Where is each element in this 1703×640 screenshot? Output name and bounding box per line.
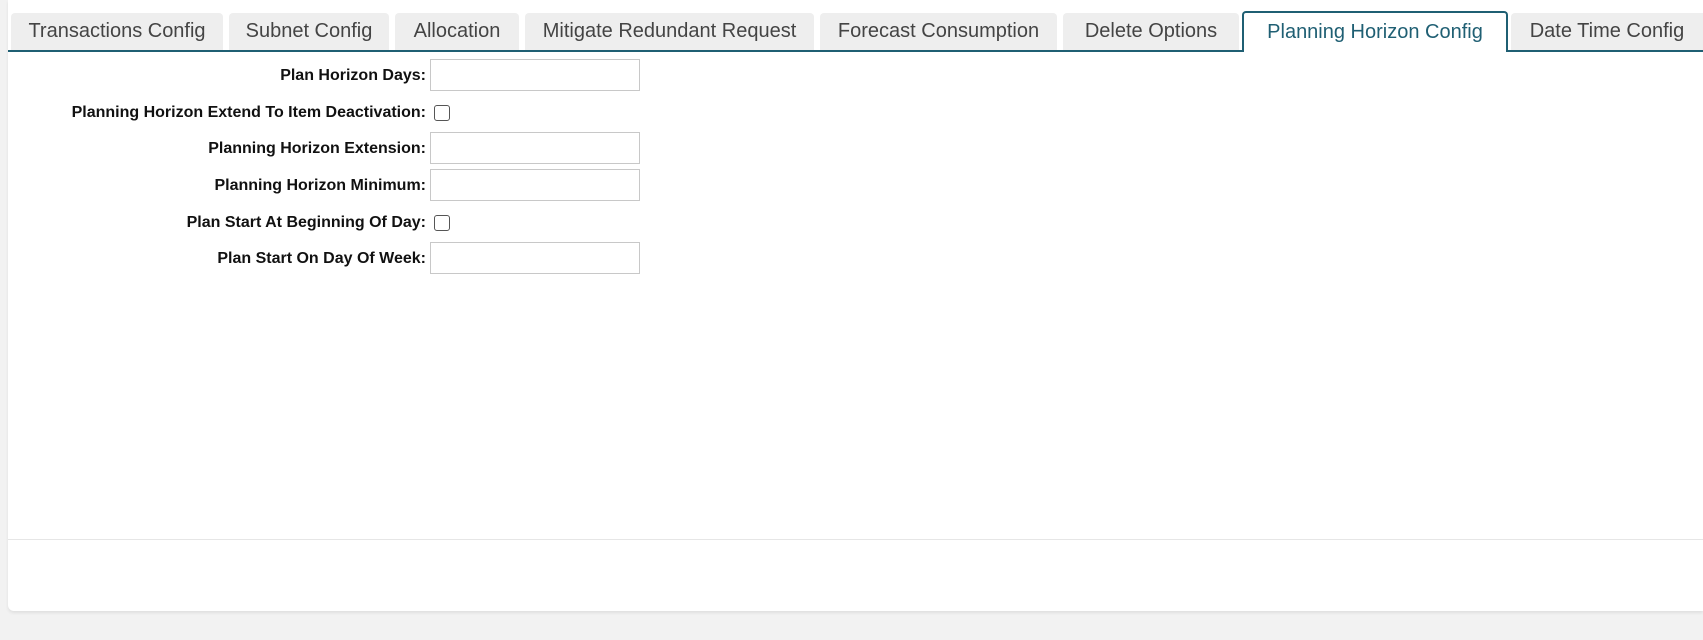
tab-subnet-config[interactable]: Subnet Config bbox=[229, 13, 389, 50]
plan-start-on-day-of-week-input[interactable] bbox=[430, 242, 640, 274]
tab-allocation[interactable]: Allocation bbox=[395, 13, 519, 50]
tab-delete-options[interactable]: Delete Options bbox=[1063, 13, 1239, 50]
tab-bar: Transactions Config Subnet Config Alloca… bbox=[8, 0, 1703, 52]
plan-start-on-day-of-week-label: Plan Start On Day Of Week: bbox=[217, 250, 426, 267]
planning-horizon-minimum-input[interactable] bbox=[430, 169, 640, 201]
planning-horizon-minimum-label: Planning Horizon Minimum: bbox=[214, 177, 426, 194]
planning-horizon-extension-input[interactable] bbox=[430, 132, 640, 164]
plan-start-at-beginning-of-day-label: Plan Start At Beginning Of Day: bbox=[186, 214, 426, 231]
plan-horizon-days-input[interactable] bbox=[430, 59, 640, 91]
footer-divider bbox=[8, 539, 1703, 540]
plan-start-at-beginning-of-day-row: Plan Start At Beginning Of Day: bbox=[8, 206, 708, 240]
planning-horizon-extension-label: Planning Horizon Extension: bbox=[208, 140, 426, 157]
tab-planning-horizon-config[interactable]: Planning Horizon Config bbox=[1242, 11, 1508, 52]
tab-forecast-consumption[interactable]: Forecast Consumption bbox=[820, 13, 1057, 50]
tab-transactions-config[interactable]: Transactions Config bbox=[11, 13, 223, 50]
config-panel: Transactions Config Subnet Config Alloca… bbox=[8, 0, 1703, 611]
extend-to-item-deactivation-row: Planning Horizon Extend To Item Deactiva… bbox=[8, 96, 708, 130]
planning-horizon-extension-row: Planning Horizon Extension: bbox=[8, 132, 708, 166]
plan-horizon-days-label: Plan Horizon Days: bbox=[280, 67, 426, 84]
planning-horizon-minimum-row: Planning Horizon Minimum: bbox=[8, 169, 708, 203]
tab-mitigate-redundant-request[interactable]: Mitigate Redundant Request bbox=[525, 13, 814, 50]
plan-start-at-beginning-of-day-checkbox[interactable] bbox=[434, 215, 450, 231]
plan-start-on-day-of-week-row: Plan Start On Day Of Week: bbox=[8, 242, 708, 276]
tab-date-time-config[interactable]: Date Time Config bbox=[1511, 13, 1703, 50]
plan-horizon-days-row: Plan Horizon Days: bbox=[8, 59, 708, 93]
extend-to-item-deactivation-checkbox[interactable] bbox=[434, 105, 450, 121]
extend-to-item-deactivation-label: Planning Horizon Extend To Item Deactiva… bbox=[71, 104, 426, 121]
